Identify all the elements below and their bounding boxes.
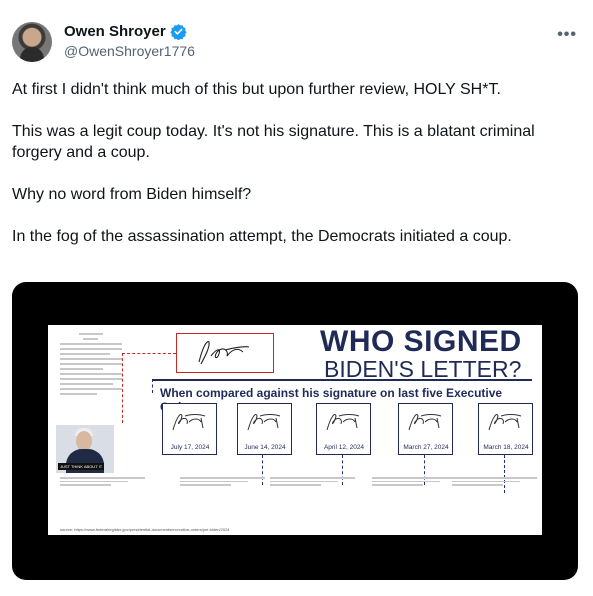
order-doc-thumb [372,475,457,503]
order-doc-thumb [452,475,537,503]
signature-icon [488,414,522,431]
order-doc-thumb [60,475,145,503]
red-connector [122,353,176,354]
order-date-5: March 18, 2024 [481,444,531,451]
order-date-2: June 14, 2024 [242,444,288,451]
order-date-1: July 17, 2024 [168,444,212,451]
author-name-row: Owen Shroyer [64,23,187,40]
tweet-text: At first I didn't think much of this but… [12,79,581,247]
verified-badge-icon [170,24,187,40]
tweet-header: Owen Shroyer @OwenShroyer1776 ••• [12,20,581,64]
signature-icon [326,414,360,431]
compare-divider [152,379,532,381]
order-date-4: March 27, 2024 [401,444,451,451]
photo-caption: JUST THINK ABOUT IT [58,463,105,470]
signature-icon [408,414,442,431]
tweet-paragraph-4: In the fog of the assassination attempt,… [12,228,512,245]
tweet-media-image[interactable]: JUST THINK ABOUT IT WHO SIGNED BIDEN'S L… [12,282,578,580]
order-date-3: April 12, 2024 [321,444,367,451]
order-doc-thumb [180,475,265,503]
biden-photo: JUST THINK ABOUT IT [56,425,114,473]
signature-icon [247,414,281,431]
red-connector-vertical [122,353,123,423]
order-doc-thumb [270,475,355,503]
author-handle[interactable]: @OwenShroyer1776 [64,43,195,59]
tweet-paragraph-2: This was a legit coup today. It's not hi… [12,123,535,161]
source-citation: source: https://www.federalregister.gov/… [60,527,230,532]
graphic-title-line1: WHO SIGNED [320,325,522,358]
signature-icon [172,414,206,431]
tweet-paragraph-1: At first I didn't think much of this but… [12,81,501,98]
blue-connector [152,379,153,393]
avatar[interactable] [12,22,52,62]
author-name[interactable]: Owen Shroyer [64,23,166,40]
letter-signature-icon [198,341,250,365]
letter-signature-box [176,333,274,373]
tweet-paragraph-3: Why no word from Biden himself? [12,186,252,203]
more-options-icon[interactable]: ••• [557,26,577,44]
signature-comparison-graphic: JUST THINK ABOUT IT WHO SIGNED BIDEN'S L… [48,325,542,535]
